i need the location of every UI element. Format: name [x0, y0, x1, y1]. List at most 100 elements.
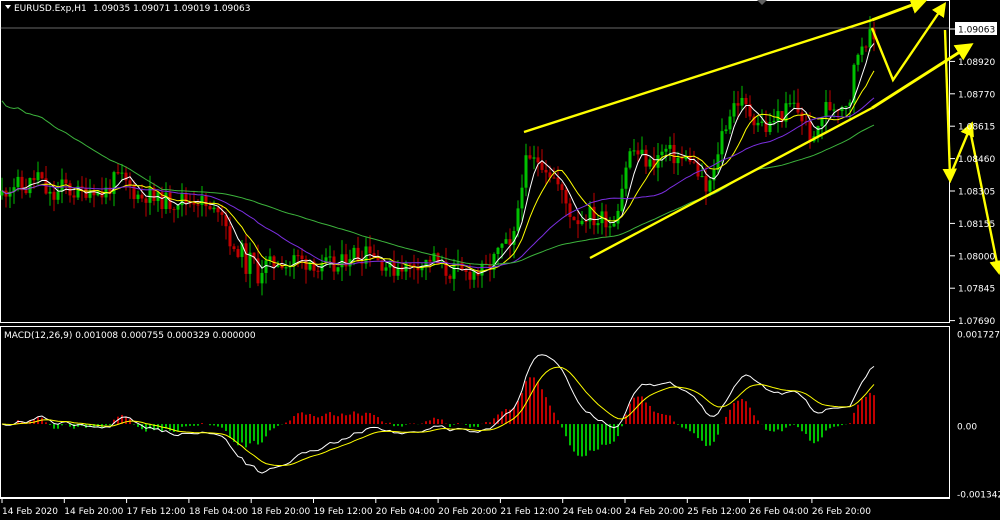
candle-body	[516, 208, 520, 232]
candle-body	[464, 269, 468, 272]
price-tick-label: 1.08770	[958, 90, 995, 100]
candle-body	[596, 223, 600, 226]
channel-upper-line[interactable]	[523, 18, 873, 134]
candle-body	[816, 125, 820, 137]
candle-body	[172, 209, 176, 211]
candle-body	[724, 129, 728, 132]
symbol-label: EURUSD.Exp,H1	[14, 4, 87, 14]
candle-body	[564, 190, 568, 204]
candle-body	[472, 271, 476, 280]
candle-body	[236, 249, 240, 257]
candle-body	[756, 122, 760, 126]
candle-body	[208, 206, 212, 210]
price-tick-label: 1.08615	[958, 123, 995, 133]
candle-body	[700, 176, 704, 178]
channel-lower-line[interactable]	[589, 106, 873, 260]
candle-body	[496, 247, 500, 255]
menu-triangle-icon[interactable]	[5, 5, 11, 9]
candle-body	[708, 180, 712, 192]
candle-body	[640, 149, 644, 155]
candle-body	[692, 161, 696, 163]
candle-body	[520, 187, 524, 209]
candle-body	[120, 172, 124, 174]
candle-body	[760, 121, 764, 123]
time-tick-label: 20 Feb 04:00	[376, 507, 435, 517]
candle-body	[868, 29, 872, 48]
candle-body	[624, 167, 628, 189]
candle-body	[632, 150, 636, 152]
macd-tick-label: -0.001342	[957, 491, 1000, 501]
candle-body	[800, 112, 804, 122]
candle-body	[260, 272, 264, 284]
candle-body	[776, 111, 780, 121]
ma-slow-line	[1, 97, 875, 269]
arrow-bounce-up[interactable]	[948, 121, 974, 177]
time-tick-label: 18 Feb 04:00	[189, 507, 248, 517]
arrow-final-drop[interactable]	[968, 129, 1000, 276]
candle-body	[228, 226, 232, 247]
candle-body	[568, 203, 572, 217]
price-tick-label: 1.08920	[958, 58, 995, 68]
candle-body	[284, 267, 288, 269]
candle-body	[352, 247, 356, 260]
chart-shift-icon[interactable]	[757, 0, 767, 5]
candle-body	[676, 157, 680, 164]
candle-body	[196, 204, 200, 206]
candle-body	[616, 210, 620, 224]
price-axis: 1.09063 1.08920 1.08770 1.08615 1.08460 1.083…	[950, 22, 997, 327]
candle-body	[544, 169, 548, 173]
candle-body	[400, 266, 404, 272]
candle-body	[628, 151, 632, 168]
price-tick-label: 1.08305	[958, 188, 995, 198]
candle-body	[732, 103, 736, 117]
arrow-upper-extension[interactable]	[871, 0, 929, 22]
candle-body	[832, 109, 836, 111]
macd-histogram-layer	[5, 377, 875, 457]
candle-body	[56, 191, 60, 200]
candle-body	[336, 267, 340, 272]
candle-body	[808, 121, 812, 142]
candle-body	[612, 223, 616, 227]
candle-body	[460, 262, 464, 270]
macd-axis: 0.001727 0.00 -0.001342	[957, 331, 1000, 501]
candle-body	[740, 97, 744, 106]
candle-body	[608, 226, 612, 228]
candle-body	[620, 188, 624, 211]
candle-body	[140, 194, 144, 199]
macd-label: MACD(12,26,9) 0.001008 0.000755 0.000329…	[4, 331, 256, 341]
candle-body	[356, 247, 360, 262]
candle-body	[116, 172, 120, 174]
time-tick-label: 20 Feb 20:00	[438, 507, 497, 517]
time-tick-label: 24 Feb 20:00	[625, 507, 684, 517]
candle-body	[720, 131, 724, 155]
candle-body	[448, 275, 452, 279]
macd-tick-label: 0.001727	[957, 331, 1000, 341]
arrow-lower-extension[interactable]	[871, 43, 974, 110]
candle-body	[644, 149, 648, 167]
candle-body	[216, 207, 220, 213]
candle-body	[72, 195, 76, 198]
candle-body	[340, 254, 344, 268]
current-price-label: 1.09063	[958, 26, 995, 36]
chart-canvas[interactable]: EURUSD.Exp,H1 1.09035 1.09071 1.09019 1.…	[0, 0, 1000, 520]
candle-body	[316, 270, 320, 272]
time-tick-label: 14 Feb 2020	[2, 507, 58, 517]
trading-chart[interactable]: EURUSD.Exp,H1 1.09035 1.09071 1.09019 1.…	[0, 0, 1000, 520]
candle-body	[704, 176, 708, 192]
time-axis: 14 Feb 2020 14 Feb 20:00 17 Feb 12:00 18 Fe…	[1, 498, 871, 517]
candle-body	[24, 190, 28, 194]
candle-body	[136, 194, 140, 200]
candle-body	[52, 191, 56, 200]
moving-averages-layer	[1, 43, 875, 275]
macd-signal-line	[1, 366, 875, 466]
candle-body	[772, 120, 776, 123]
candle-body	[824, 102, 828, 118]
candle-body	[36, 172, 40, 181]
candle-body	[296, 255, 300, 257]
ma-long-line	[1, 100, 875, 266]
candle-body	[668, 144, 672, 149]
candle-body	[524, 155, 528, 188]
candle-body	[636, 150, 640, 155]
candle-body	[532, 157, 536, 159]
candle-body	[40, 172, 44, 179]
